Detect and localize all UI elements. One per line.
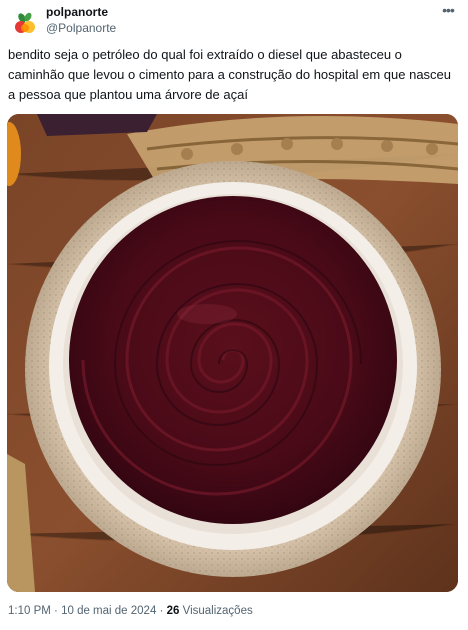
tweet-photo[interactable] [7,114,458,592]
user-handle[interactable]: @Polpanorte [46,20,116,36]
tweet-metadata: 1:10 PM · 10 de mai de 2024 · 26 Visuali… [8,605,253,617]
separator: · [54,605,58,617]
tweet-header: polpanorte @Polpanorte ••• [8,3,460,38]
separator: · [159,605,164,617]
more-options-icon[interactable]: ••• [438,3,458,20]
fruit-logo-icon [15,12,35,33]
tweet-date[interactable]: 10 de mai de 2024 [61,605,156,617]
tweet-time[interactable]: 1:10 PM [8,605,51,617]
views-label: Visualizações [182,605,253,617]
display-name[interactable]: polpanorte [46,4,116,20]
avatar[interactable] [12,10,38,36]
acai-bowl-image [7,114,458,592]
tweet-text: bendito seja o petróleo do qual foi extr… [8,47,452,102]
views-count: 26 [166,605,180,617]
